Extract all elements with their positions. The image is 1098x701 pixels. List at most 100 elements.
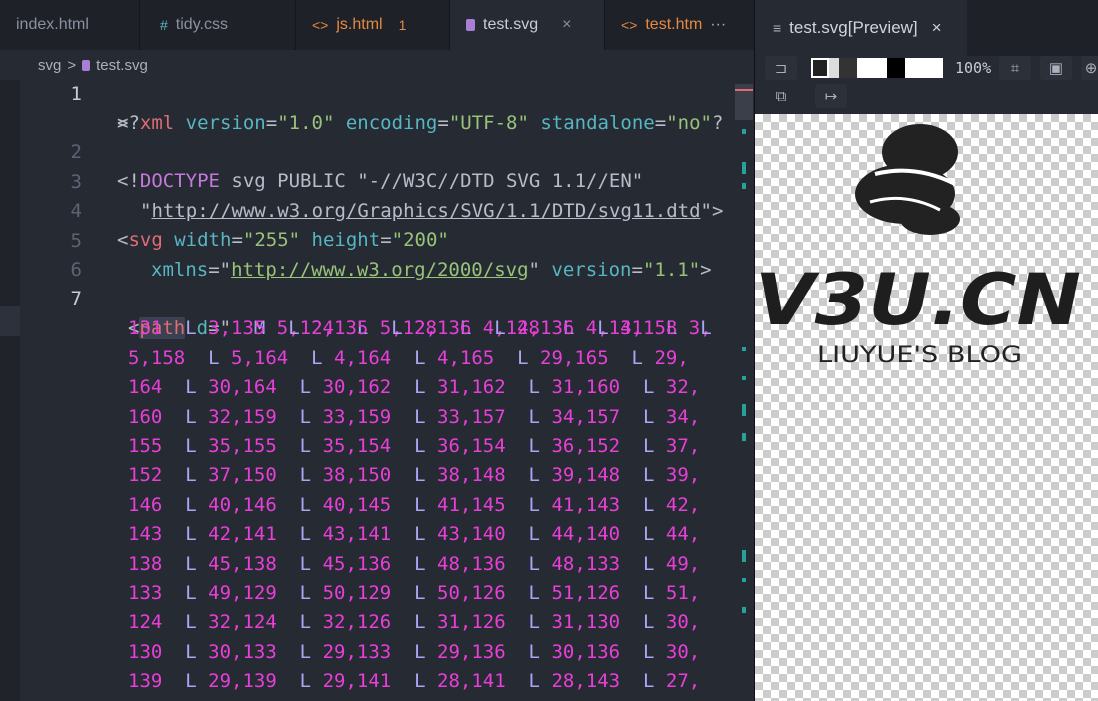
tab-label: test.htm xyxy=(645,16,703,33)
path-coordinate: 34, xyxy=(665,405,701,428)
path-command: L xyxy=(528,376,540,399)
path-coordinate: 2,136 xyxy=(414,317,472,340)
path-command: L xyxy=(391,317,403,340)
path-command: L xyxy=(414,405,426,428)
path-data: 138 L 45,138 L 45,136 L 48,136 L 48,133 … xyxy=(128,550,700,579)
path-command: L xyxy=(299,464,312,487)
path-coordinate: 32,159 xyxy=(208,405,277,428)
path-coordinate: 39,148 xyxy=(551,464,621,487)
path-command: L xyxy=(597,317,609,340)
svg-text:LIUYUE'S BLOG: LIUYUE'S BLOG xyxy=(817,343,1022,368)
fit-icon[interactable]: ⌗ xyxy=(999,56,1031,80)
pin-icon[interactable]: ⊐ xyxy=(765,56,797,80)
path-command: L xyxy=(299,405,312,428)
path-command: L xyxy=(299,640,312,663)
path-command: L xyxy=(528,552,540,575)
more-tabs-icon[interactable]: ··· xyxy=(710,16,726,34)
code-line: <?xml version="1.0" encoding="UTF-8" sta… xyxy=(117,112,724,134)
export-icon[interactable]: ↦ xyxy=(815,84,847,108)
tab-index-html[interactable]: index.html xyxy=(0,0,140,50)
path-data: 160 L 32,159 L 33,159 L 33,157 L 34,157 … xyxy=(128,403,700,432)
path-command: L xyxy=(185,611,197,634)
path-coordinate: 143 xyxy=(128,523,163,546)
path-command: L xyxy=(414,464,426,487)
line-number: 4 xyxy=(70,200,82,222)
path-coordinate: 30, xyxy=(665,611,701,634)
path-coordinate: 130 xyxy=(128,640,163,663)
tab-test-html[interactable]: <> test.htm ··· xyxy=(605,0,754,50)
line-number: 2 xyxy=(70,141,82,163)
tab-js-html[interactable]: <> js.html 1 xyxy=(296,0,450,50)
namespace-link[interactable]: http://www.w3.org/2000/svg xyxy=(231,259,528,281)
path-command: L xyxy=(528,640,540,663)
css-hash-icon: # xyxy=(160,17,168,33)
path-coordinate: 36,152 xyxy=(551,435,621,457)
path-coordinate: 124 xyxy=(128,611,163,634)
path-coordinate: 32,124 xyxy=(208,611,277,634)
path-coordinate: 51,126 xyxy=(551,582,621,604)
tab-svg-preview[interactable]: ≡ test.svg[Preview] × xyxy=(755,0,967,56)
code-line: "http://www.w3.org/Graphics/SVG/1.1/DTD/… xyxy=(140,200,724,222)
svg-text:V3U.CN: V3U.CN xyxy=(755,259,1081,341)
close-icon[interactable]: × xyxy=(562,16,571,34)
copy-icon[interactable]: ⧉ xyxy=(765,84,797,108)
zoom-in-icon[interactable]: ⊕ xyxy=(1081,56,1098,80)
path-coordinate: 29, xyxy=(654,346,689,369)
breadcrumb-folder[interactable]: svg xyxy=(38,57,61,74)
code-line: <!DOCTYPE svg PUBLIC "-//W3C//DTD SVG 1.… xyxy=(117,170,644,192)
path-coordinate: 43,141 xyxy=(322,523,392,546)
breadcrumb-file[interactable]: test.svg xyxy=(96,57,148,74)
code-editor[interactable]: 1 <?xml version="1.0" encoding="UTF-8" s… xyxy=(20,80,754,701)
dtd-link[interactable]: http://www.w3.org/Graphics/SVG/1.1/DTD/s… xyxy=(151,200,700,222)
path-coordinate: 35,154 xyxy=(322,435,392,457)
path-coordinate: 33,157 xyxy=(437,405,506,428)
path-coordinate: 49, xyxy=(665,552,701,575)
overview-ruler[interactable] xyxy=(735,80,753,701)
path-command: L xyxy=(311,346,323,369)
tab-label: js.html xyxy=(336,16,383,33)
path-data: 139 L 29,139 L 29,141 L 28,141 L 28,143 … xyxy=(128,667,700,696)
tab-test-svg[interactable]: test.svg × xyxy=(450,0,605,50)
path-command: L xyxy=(700,317,712,340)
close-icon[interactable]: × xyxy=(932,18,942,38)
tab-tidy-css[interactable]: # tidy.css xyxy=(140,0,296,50)
background-color-picker[interactable] xyxy=(811,58,943,78)
path-command: L xyxy=(185,582,197,604)
path-coordinate: 27, xyxy=(665,670,701,693)
path-command: L xyxy=(299,611,312,634)
path-data: 143 L 42,141 L 43,141 L 43,140 L 44,140 … xyxy=(128,520,700,549)
code-line: xmlns="http://www.w3.org/2000/svg" versi… xyxy=(151,259,712,281)
fit-window-icon[interactable]: ▣ xyxy=(1040,56,1072,80)
svg-preview-panel: ≡ test.svg[Preview] × ⊐ 100% ⌗ ▣ ⊕ ⧉ ↦ V… xyxy=(754,0,1098,701)
line-number: 3 xyxy=(70,171,82,193)
path-coordinate: 30,136 xyxy=(551,640,621,663)
path-coordinate: 39, xyxy=(665,464,701,487)
path-command: L xyxy=(299,552,312,575)
path-coordinate: 33,159 xyxy=(322,405,392,428)
